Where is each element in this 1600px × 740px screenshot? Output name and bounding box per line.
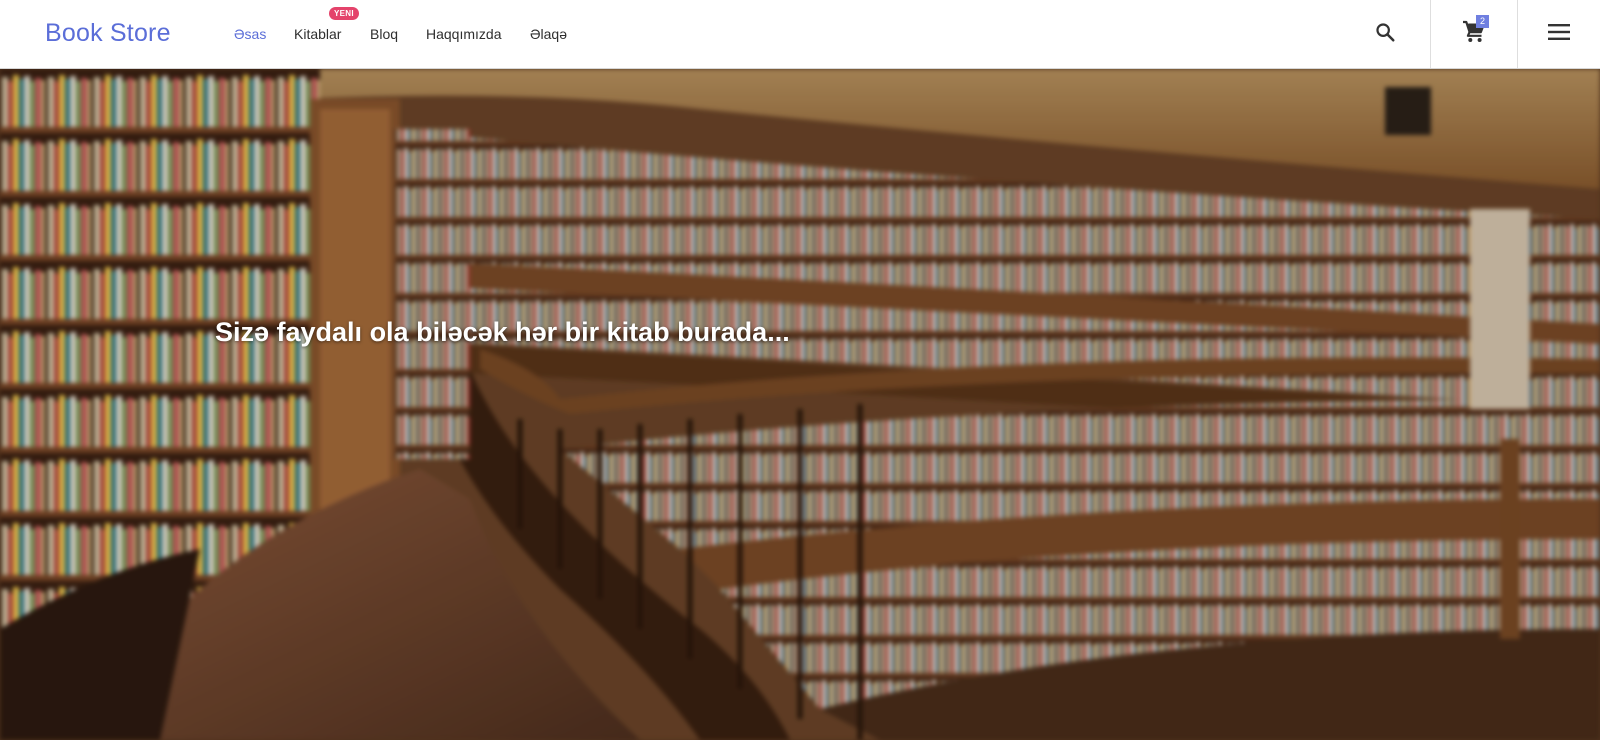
nav-item-home[interactable]: Əsas (234, 26, 266, 42)
cart-button[interactable]: 2 (1430, 0, 1518, 68)
brand-logo[interactable]: Book Store (45, 19, 171, 48)
menu-button[interactable] (1518, 0, 1600, 68)
nav-item-contact[interactable]: Əlaqə (530, 26, 567, 42)
cart-count-badge: 2 (1476, 15, 1489, 28)
search-icon (1374, 21, 1396, 48)
new-badge: YENI (329, 7, 359, 20)
search-button[interactable] (1340, 0, 1430, 68)
nav-item-blog[interactable]: Bloq (370, 26, 398, 42)
nav-item-books[interactable]: Kitablar (294, 26, 341, 42)
hero-overlay (0, 69, 1600, 740)
top-navbar: Book Store Əsas Kitablar YENI Bloq Haqqı… (0, 0, 1600, 69)
nav-item-about[interactable]: Haqqımızda (426, 26, 501, 42)
hero-banner: Sizə faydalı ola biləcək hər bir kitab b… (0, 69, 1600, 740)
hero-title: Sizə faydalı ola biləcək hər bir kitab b… (215, 317, 790, 347)
hamburger-menu-icon (1548, 23, 1570, 46)
